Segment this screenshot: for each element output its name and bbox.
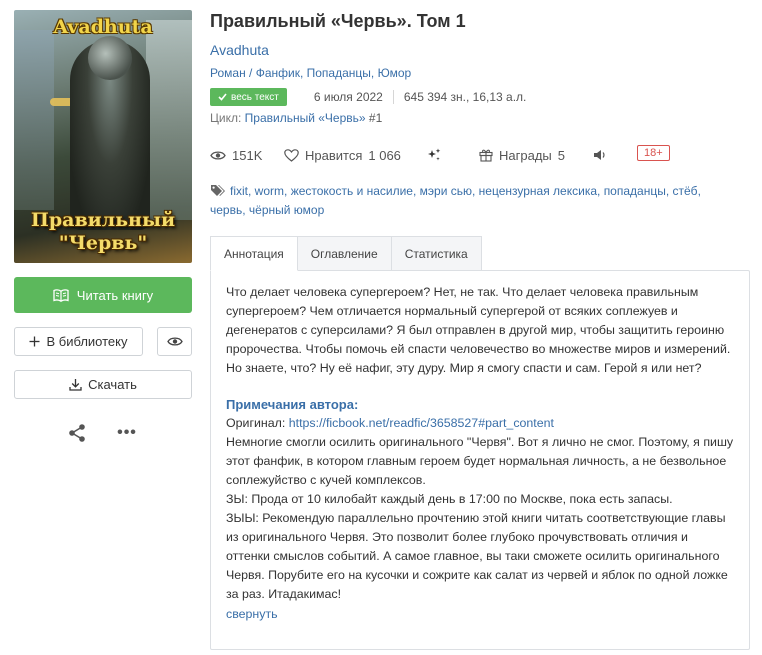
book-size: 645 394 зн., 16,13 а.л. [403, 90, 527, 104]
original-link[interactable]: https://ficbook.net/readfic/3658527#part… [289, 416, 554, 430]
annotation-panel: Что делает человека супергероем? Нет, не… [210, 270, 750, 650]
author-notes-title: Примечания автора: [226, 397, 359, 412]
tag-link[interactable]: червь [210, 203, 242, 217]
share-icon[interactable] [67, 423, 87, 443]
watch-button[interactable] [157, 327, 192, 356]
status-badge-label: весь текст [231, 91, 279, 103]
annotation-text: Что делает человека супергероем? Нет, не… [226, 285, 731, 375]
download-button[interactable]: Скачать [14, 370, 192, 399]
sparkle-button[interactable] [427, 146, 441, 164]
book-tabs: Аннотация Оглавление Статистика [210, 236, 482, 271]
gift-icon [479, 149, 493, 162]
download-icon [69, 379, 82, 391]
check-icon [218, 93, 227, 101]
genre-link[interactable]: Попаданцы [307, 66, 371, 80]
download-label: Скачать [88, 377, 137, 392]
tag-link[interactable]: попаданцы [604, 184, 666, 198]
heart-icon [284, 148, 299, 162]
cover-title-line2: "Червь" [58, 232, 148, 254]
author-note-paragraph: Немногие смогли осилить оригинального "Ч… [226, 435, 734, 487]
cycle-link[interactable]: Правильный «Червь» [245, 111, 366, 125]
author-note-paragraph: ЗЫЫ: Рекомендую параллельно прочтению эт… [226, 511, 728, 601]
cover-title-line1: Правильный [30, 209, 176, 231]
status-badge: весь текст [210, 88, 287, 106]
cover-title-text: Правильный "Червь" [14, 209, 192, 255]
add-to-library-button[interactable]: В библиотеку [14, 327, 143, 356]
awards-button[interactable]: Награды 5 [479, 146, 565, 164]
collapse-link[interactable]: свернуть [226, 605, 734, 624]
stats-row: 151K Нравится 1 066 Награды 5 18+ [210, 145, 680, 164]
cover-figure-head [88, 36, 132, 80]
awards-label: Награды [499, 147, 552, 163]
genre-list: Роман / Фанфик, Попаданцы, Юмор [210, 66, 412, 80]
genre-link[interactable]: Роман / Фанфик [210, 66, 300, 80]
add-to-library-label: В библиотеку [46, 334, 128, 349]
cycle-info: Цикл: Правильный «Червь» #1 [210, 111, 382, 125]
audio-button[interactable] [593, 146, 607, 164]
genre-link[interactable]: Юмор [378, 66, 412, 80]
more-options-icon[interactable]: ••• [117, 423, 137, 443]
tag-link[interactable]: мэри сью [420, 184, 472, 198]
awards-count: 5 [557, 147, 565, 163]
likes-label: Нравится [305, 147, 363, 163]
author-link[interactable]: Avadhuta [210, 42, 269, 58]
cover-building-left [14, 30, 54, 210]
read-book-button[interactable]: Читать книгу [14, 277, 192, 313]
tag-link[interactable]: worm [255, 184, 284, 198]
cover-building-right [146, 20, 192, 220]
views-count: 151K [232, 147, 263, 163]
book-title: Правильный «Червь». Том 1 [210, 11, 466, 31]
speaker-icon [594, 150, 605, 160]
tag-link[interactable]: чёрный юмор [249, 203, 324, 217]
tab-annotation[interactable]: Аннотация [210, 236, 298, 271]
tab-contents[interactable]: Оглавление [297, 236, 392, 271]
book-cover[interactable]: Avadhuta Правильный "Червь" [14, 10, 192, 263]
eye-icon [210, 150, 226, 160]
sparkles-icon [428, 148, 441, 161]
tab-statistics[interactable]: Статистика [391, 236, 482, 271]
original-line: Оригинал: https://ficbook.net/readfic/36… [226, 414, 734, 433]
original-label: Оригинал: [226, 416, 286, 430]
tag-list: fixit, worm, жестокость и насилие, мэри … [210, 184, 701, 217]
eye-icon [166, 337, 183, 346]
author-note-paragraph: ЗЫ: Прода от 10 килобайт каждый день в 1… [226, 492, 673, 506]
cover-author-text: Avadhuta [53, 16, 153, 38]
cycle-label: Цикл: [210, 111, 242, 125]
plus-icon [29, 336, 40, 347]
tags-icon [211, 185, 225, 196]
views-stat: 151K [210, 146, 262, 164]
tag-link[interactable]: жестокость и насилие [291, 184, 413, 198]
cycle-number: #1 [368, 111, 383, 125]
read-book-label: Читать книгу [76, 287, 154, 303]
likes-count: 1 066 [368, 147, 401, 163]
tag-link[interactable]: стёб [673, 184, 698, 198]
age-rating-badge: 18+ [637, 145, 670, 161]
like-button[interactable]: Нравится 1 066 [284, 146, 401, 164]
publish-date: 6 июля 2022 [314, 90, 394, 104]
open-book-icon [53, 288, 69, 302]
tag-link[interactable]: fixit [230, 184, 248, 198]
tag-link[interactable]: нецензурная лексика [479, 184, 597, 198]
book-meta-row: весь текст 6 июля 2022 645 394 зн., 16,1… [210, 88, 526, 106]
